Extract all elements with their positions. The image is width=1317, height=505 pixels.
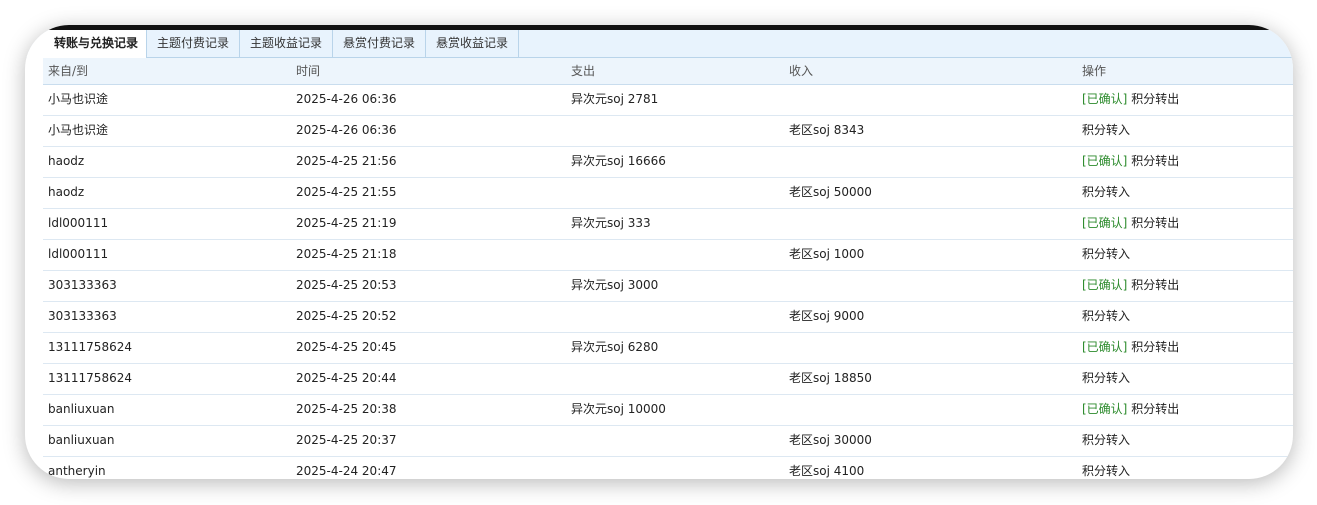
action-type: 积分转出	[1131, 278, 1180, 292]
action-cell: 积分转入	[1082, 116, 1130, 145]
time-cell: 2025-4-25 20:52	[296, 309, 397, 323]
action-type: 积分转出	[1131, 216, 1180, 230]
action-type: 积分转出	[1131, 154, 1180, 168]
expense-cell: 异次元soj 3000	[571, 278, 659, 292]
action-type: 积分转入	[1082, 371, 1131, 385]
from-cell: 303133363	[48, 309, 117, 323]
action-cell: 积分转入	[1082, 426, 1130, 455]
from-cell: 小马也识途	[48, 92, 109, 106]
time-cell: 2025-4-25 21:56	[296, 154, 397, 168]
from-cell: 小马也识途	[48, 123, 109, 137]
from-cell: antheryin	[48, 464, 106, 478]
time-cell: 2025-4-25 20:44	[296, 371, 397, 385]
time-cell: 2025-4-25 20:45	[296, 340, 397, 354]
table-row: 13111758624 2025-4-25 20:44 老区soj 18850 积分转…	[43, 364, 1293, 395]
action-type: 积分转入	[1082, 433, 1131, 447]
records-panel: 转账与兑换记录 主题付费记录 主题收益记录 悬赏付费记录 悬赏收益记录 来自/到…	[25, 25, 1293, 479]
from-cell: haodz	[48, 185, 85, 199]
action-cell: 积分转入	[1082, 364, 1130, 393]
confirmed-status: [已确认]	[1082, 340, 1128, 354]
confirmed-status: [已确认]	[1082, 92, 1128, 106]
from-cell: banliuxuan	[48, 433, 115, 447]
action-type: 积分转出	[1131, 92, 1180, 106]
table-row: haodz 2025-4-25 21:56 异次元soj 16666 [已确认] 积分…	[43, 147, 1293, 178]
tab-bounty-income[interactable]: 悬赏收益记录	[426, 30, 519, 57]
tab-bounty-payment[interactable]: 悬赏付费记录	[333, 30, 426, 57]
header-from-to: 来自/到	[48, 64, 89, 78]
action-cell: [已确认] 积分转出	[1082, 271, 1179, 300]
tab-topic-payment[interactable]: 主题付费记录	[147, 30, 240, 57]
table-row: 小马也识途 2025-4-26 06:36 异次元soj 2781 [已确认] 积分转…	[43, 85, 1293, 116]
from-cell: 13111758624	[48, 340, 132, 354]
time-cell: 2025-4-25 20:53	[296, 278, 397, 292]
income-cell: 老区soj 1000	[789, 247, 865, 261]
header-action: 操作	[1082, 64, 1107, 78]
action-type: 积分转入	[1082, 309, 1131, 323]
action-cell: 积分转入	[1082, 178, 1130, 207]
expense-cell: 异次元soj 6280	[571, 340, 659, 354]
from-cell: 303133363	[48, 278, 117, 292]
table-row: antheryin 2025-4-24 20:47 老区soj 4100 积分转入	[43, 457, 1293, 479]
confirmed-status: [已确认]	[1082, 402, 1128, 416]
action-cell: [已确认] 积分转出	[1082, 209, 1179, 238]
action-type: 积分转入	[1082, 123, 1131, 137]
table-row: 小马也识途 2025-4-26 06:36 老区soj 8343 积分转入	[43, 116, 1293, 147]
expense-cell: 异次元soj 2781	[571, 92, 659, 106]
table-header: 来自/到 时间 支出 收入 操作	[43, 58, 1293, 85]
time-cell: 2025-4-24 20:47	[296, 464, 397, 478]
table-row: 303133363 2025-4-25 20:53 异次元soj 3000 [已确认]…	[43, 271, 1293, 302]
action-type: 积分转入	[1082, 185, 1131, 199]
table-row: 13111758624 2025-4-25 20:45 异次元soj 6280 [已确…	[43, 333, 1293, 364]
time-cell: 2025-4-25 20:37	[296, 433, 397, 447]
time-cell: 2025-4-25 21:55	[296, 185, 397, 199]
table-row: ldl000111 2025-4-25 21:18 老区soj 1000 积分转入	[43, 240, 1293, 271]
income-cell: 老区soj 8343	[789, 123, 865, 137]
time-cell: 2025-4-25 21:18	[296, 247, 397, 261]
header-expense: 支出	[571, 64, 596, 78]
header-income: 收入	[789, 64, 814, 78]
time-cell: 2025-4-26 06:36	[296, 92, 397, 106]
confirmed-status: [已确认]	[1082, 278, 1128, 292]
action-cell: 积分转入	[1082, 457, 1130, 479]
tab-bar: 转账与兑换记录 主题付费记录 主题收益记录 悬赏付费记录 悬赏收益记录	[25, 30, 1293, 58]
income-cell: 老区soj 4100	[789, 464, 865, 478]
from-cell: ldl000111	[48, 216, 109, 230]
from-cell: 13111758624	[48, 371, 132, 385]
action-cell: 积分转入	[1082, 240, 1130, 269]
action-type: 积分转出	[1131, 340, 1180, 354]
table-row: banliuxuan 2025-4-25 20:37 老区soj 30000 积分转入	[43, 426, 1293, 457]
expense-cell: 异次元soj 10000	[571, 402, 666, 416]
tab-transfer-exchange[interactable]: 转账与兑换记录	[25, 30, 147, 58]
table-row: banliuxuan 2025-4-25 20:38 异次元soj 10000 [已确…	[43, 395, 1293, 426]
action-type: 积分转入	[1082, 247, 1131, 261]
expense-cell: 异次元soj 333	[571, 216, 651, 230]
action-type: 积分转入	[1082, 464, 1131, 478]
action-cell: [已确认] 积分转出	[1082, 85, 1179, 114]
action-cell: [已确认] 积分转出	[1082, 395, 1179, 424]
action-cell: [已确认] 积分转出	[1082, 333, 1179, 362]
from-cell: banliuxuan	[48, 402, 115, 416]
income-cell: 老区soj 30000	[789, 433, 872, 447]
from-cell: ldl000111	[48, 247, 109, 261]
confirmed-status: [已确认]	[1082, 154, 1128, 168]
income-cell: 老区soj 9000	[789, 309, 865, 323]
time-cell: 2025-4-25 21:19	[296, 216, 397, 230]
from-cell: haodz	[48, 154, 85, 168]
action-type: 积分转出	[1131, 402, 1180, 416]
time-cell: 2025-4-26 06:36	[296, 123, 397, 137]
expense-cell: 异次元soj 16666	[571, 154, 666, 168]
action-cell: [已确认] 积分转出	[1082, 147, 1179, 176]
action-cell: 积分转入	[1082, 302, 1130, 331]
confirmed-status: [已确认]	[1082, 216, 1128, 230]
income-cell: 老区soj 50000	[789, 185, 872, 199]
income-cell: 老区soj 18850	[789, 371, 872, 385]
table-row: ldl000111 2025-4-25 21:19 异次元soj 333 [已确认] …	[43, 209, 1293, 240]
table-row: 303133363 2025-4-25 20:52 老区soj 9000 积分转入	[43, 302, 1293, 333]
table-row: haodz 2025-4-25 21:55 老区soj 50000 积分转入	[43, 178, 1293, 209]
records-table-body: 小马也识途 2025-4-26 06:36 异次元soj 2781 [已确认] 积分转…	[43, 85, 1293, 479]
time-cell: 2025-4-25 20:38	[296, 402, 397, 416]
header-time: 时间	[296, 64, 321, 78]
tab-topic-income[interactable]: 主题收益记录	[240, 30, 333, 57]
